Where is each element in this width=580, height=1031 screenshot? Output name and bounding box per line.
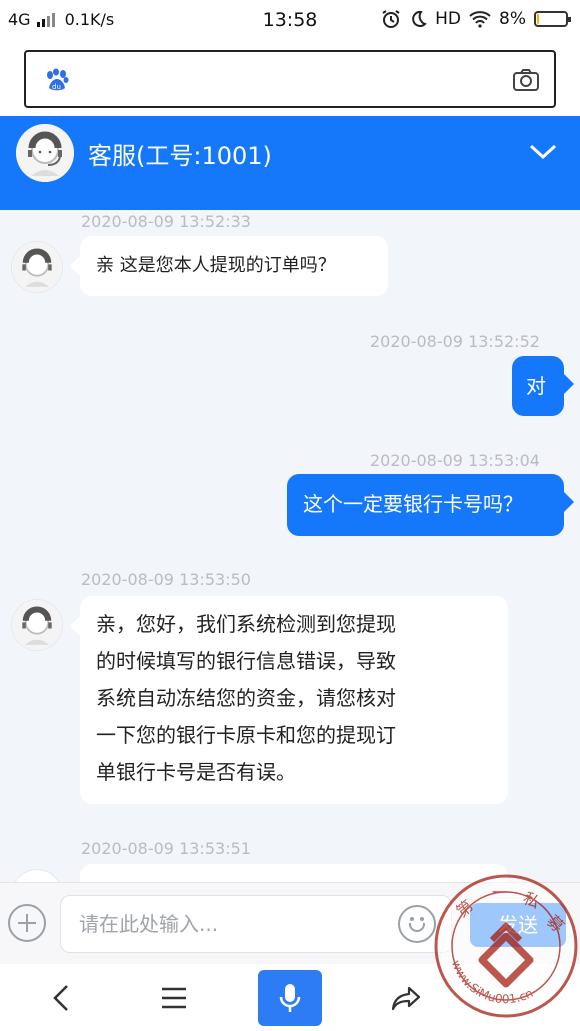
message-text-line: 的时候填写的银行信息错误，导致	[96, 649, 396, 673]
message-text-line: 一下您的银行卡原卡和您的提现订	[96, 723, 396, 747]
message-timestamp: 2020-08-09 13:53:04	[370, 451, 540, 470]
message-input[interactable]	[60, 895, 452, 953]
message-timestamp: 2020-08-09 13:52:33	[81, 212, 251, 231]
hd-indicator: HD	[435, 9, 462, 29]
agent-avatar	[12, 600, 62, 650]
message-text-line: 亲，您好，我们系统检测到您提现	[96, 612, 396, 636]
message-text: 亲 这是您本人提现的订单吗？	[96, 255, 336, 276]
battery-percent: 8%	[499, 9, 526, 29]
wifi-icon	[469, 11, 491, 28]
moon-icon	[412, 10, 428, 27]
emoji-icon[interactable]	[398, 905, 436, 943]
plus-icon[interactable]	[8, 904, 46, 942]
message-text-line: 单银行卡号是否有误。	[96, 760, 296, 784]
chat-message-list[interactable]: 2020-08-09 13:52:33 亲 这是您本人提现的订单吗？ 2020-…	[0, 210, 580, 882]
message-text: 这个一定要银行卡号吗？	[303, 492, 523, 516]
agent-avatar	[16, 124, 74, 182]
outgoing-message-bubble: 这个一定要银行卡号吗？	[287, 474, 574, 536]
agent-avatar	[12, 870, 62, 882]
browser-url-area: du	[0, 40, 580, 116]
agent-avatar	[12, 242, 62, 292]
agent-avatar-icon	[12, 242, 62, 292]
microphone-icon	[279, 984, 301, 1012]
back-arrow-icon	[53, 985, 68, 1011]
menu-button[interactable]	[142, 970, 206, 1026]
back-button[interactable]	[30, 970, 94, 1026]
baidu-paw-icon: du	[47, 68, 69, 91]
svg-text:du: du	[52, 83, 61, 91]
outgoing-message-bubble: 对	[512, 356, 574, 416]
battery-icon	[534, 11, 571, 27]
message-timestamp: 2020-08-09 13:53:51	[81, 839, 251, 858]
chat-title: 客服(工号:1001)	[88, 142, 272, 170]
menu-icon	[162, 987, 186, 1009]
incoming-message-bubble: 亲，您好，我们系统检测到您提现 的时候填写的银行信息错误，导致 系统自动冻结您的…	[70, 596, 508, 804]
chevron-down-icon[interactable]	[528, 142, 558, 162]
incoming-message-bubble: 亲 这是您本人提现的订单吗？	[70, 236, 388, 296]
status-bar: 4G 0.1K/s 13:58 HD 8%	[0, 0, 580, 40]
share-icon	[391, 986, 421, 1011]
alarm-icon	[382, 10, 400, 28]
camera-icon[interactable]	[512, 68, 540, 92]
agent-avatar-icon	[12, 600, 62, 650]
svg-text:一: 一	[492, 883, 508, 902]
message-text-line: 系统自动冻结您的资金，请您核对	[96, 686, 396, 710]
message-timestamp: 2020-08-09 13:52:52	[370, 332, 540, 351]
battery-fill	[537, 14, 539, 24]
message-text: 对	[526, 374, 546, 398]
message-timestamp: 2020-08-09 13:53:50	[81, 570, 251, 589]
watermark-logo: 第 一 私 募 www.SiMu001.cn	[434, 874, 578, 1018]
share-button[interactable]	[374, 970, 438, 1026]
chat-header: 客服(工号:1001)	[0, 116, 580, 210]
voice-search-button[interactable]	[258, 970, 322, 1026]
agent-avatar-icon	[16, 124, 74, 182]
url-search-box[interactable]: du	[24, 50, 556, 108]
